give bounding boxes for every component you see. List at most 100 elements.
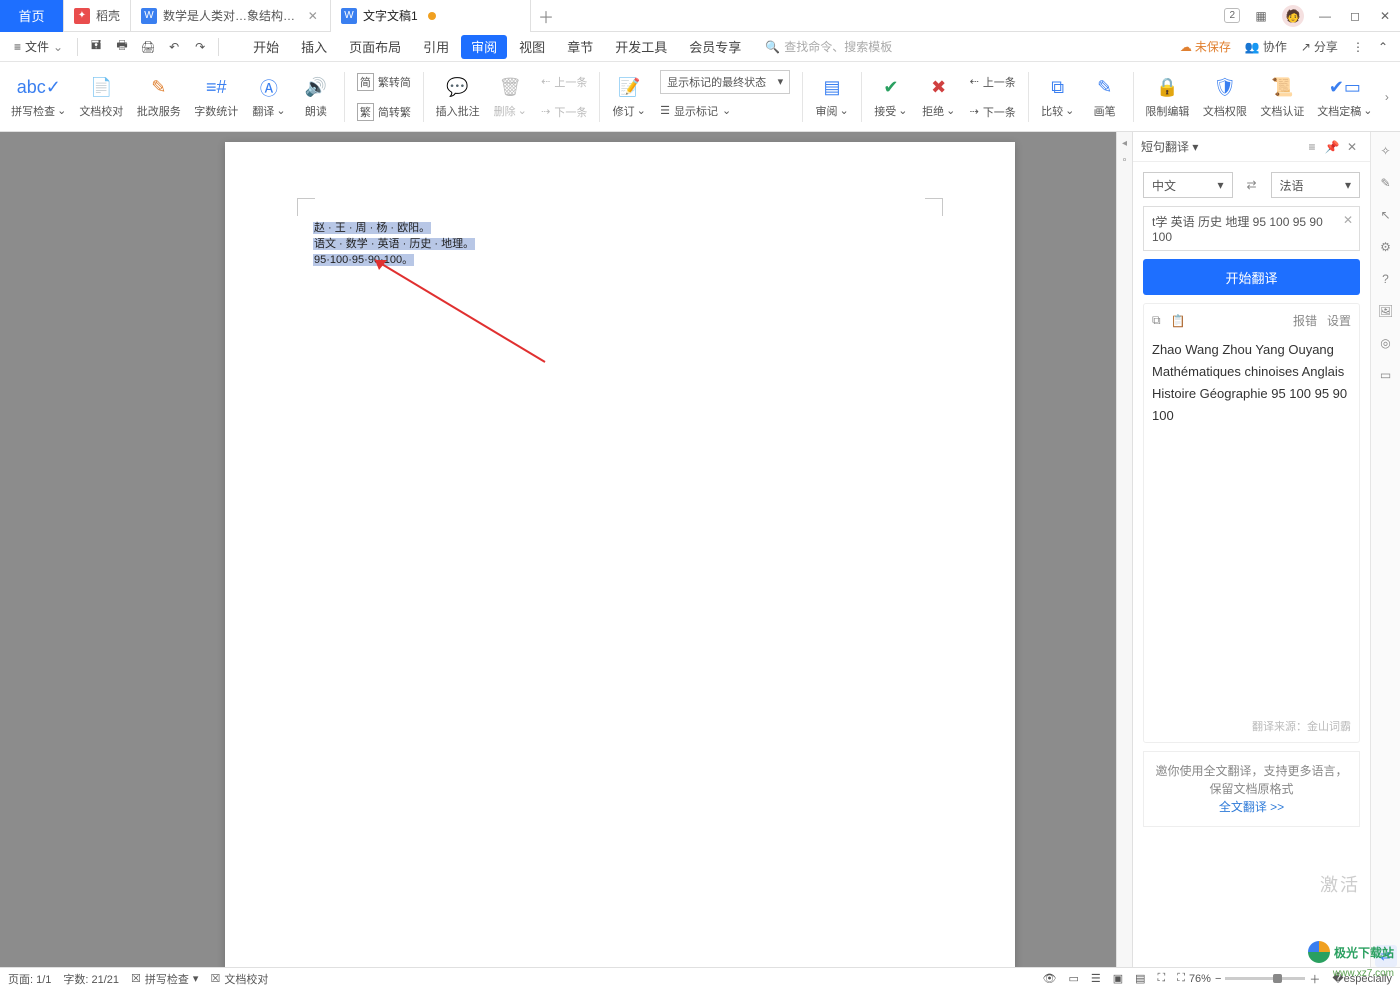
side-sparkle-icon[interactable]: ✧ [1375, 140, 1397, 162]
proofread-button[interactable]: 📄文档校对 [74, 66, 129, 128]
collapse-ribbon-button[interactable]: ⌃ [1372, 40, 1394, 54]
wordcount-button[interactable]: ≡#字数统计 [189, 66, 244, 128]
copy-icon[interactable]: ⧉ [1152, 313, 1161, 328]
read-aloud-button[interactable]: 🔊朗读 [294, 66, 338, 128]
restrict-edit-button[interactable]: 🔒限制编辑 [1140, 66, 1195, 128]
new-comment-button[interactable]: 💬插入批注 [430, 66, 485, 128]
spellcheck-button[interactable]: abc✓拼写检查 ⌄ [6, 66, 72, 128]
show-markup-button[interactable]: ☰ 显示标记 ⌄ [660, 98, 790, 124]
menu-insert[interactable]: 插入 [291, 35, 337, 59]
unsaved-button[interactable]: ☁未保存 [1174, 38, 1237, 55]
command-search[interactable]: 🔍 查找命令、搜索模板 [765, 38, 892, 55]
undo-icon[interactable]: ↶ [162, 35, 186, 59]
track-changes-button[interactable]: 📝修订 ⌄ [606, 66, 652, 128]
file-menu[interactable]: ≡文件⌄ [6, 35, 71, 59]
tab-daoke[interactable]: ✦ 稻壳 [64, 0, 131, 32]
menu-references[interactable]: 引用 [413, 35, 459, 59]
maximize-button[interactable]: ◻ [1342, 3, 1368, 29]
new-tab-button[interactable]: ＋ [531, 0, 561, 32]
close-button[interactable]: ✕ [1372, 3, 1398, 29]
zoom-in-button[interactable]: ＋ [1309, 971, 1320, 987]
side-book-icon[interactable]: ▭ [1375, 364, 1397, 386]
share-button[interactable]: ↗分享 [1295, 38, 1344, 55]
zoom-level[interactable]: 76% [1189, 973, 1211, 985]
collab-button[interactable]: 👥协作 [1239, 38, 1293, 55]
side-help-icon[interactable]: ? [1375, 268, 1397, 290]
redo-icon[interactable]: ↷ [188, 35, 212, 59]
review-pane-button[interactable]: ▤审阅 ⌄ [809, 66, 855, 128]
panel-pin-icon[interactable]: 📌 [1322, 140, 1342, 154]
doc-auth-button[interactable]: 📜文档认证 [1255, 66, 1310, 128]
ribbon-scroll-right[interactable]: › [1380, 90, 1394, 104]
apps-icon[interactable]: ▦ [1248, 3, 1274, 29]
panel-settings-link[interactable]: 设置 [1327, 312, 1351, 329]
prev-comment-button[interactable]: ⇠ 上一条 [541, 69, 587, 95]
target-language-select[interactable]: 法语▾ [1271, 172, 1361, 198]
tab-doc-math[interactable]: W 数学是人类对…象结构与模式 ✕ [131, 0, 331, 32]
zoom-slider[interactable] [1225, 977, 1305, 980]
status-spellcheck[interactable]: ☒ 拼写检查 ▾ [131, 971, 198, 987]
status-proofread[interactable]: ☒ 文档校对 [210, 971, 268, 987]
side-target-icon[interactable]: ◎ [1375, 332, 1397, 354]
view-web-icon[interactable]: ▤ [1135, 972, 1145, 985]
menu-layout[interactable]: 页面布局 [339, 35, 411, 59]
side-settings-icon[interactable]: ⚙ [1375, 236, 1397, 258]
menu-review[interactable]: 审阅 [461, 35, 507, 59]
next-comment-button[interactable]: ⇢ 下一条 [541, 99, 587, 125]
avatar[interactable]: 🧑 [1282, 5, 1304, 27]
translate-now-button[interactable]: 开始翻译 [1143, 259, 1360, 295]
reject-button[interactable]: ✖拒绝 ⌄ [916, 66, 962, 128]
document-page[interactable]: 赵 · 王 · 周 · 杨 · 欧阳。 语文 · 数学 · 英语 · 历史 · … [225, 142, 1015, 967]
panel-close-icon[interactable]: ✕ [1342, 140, 1362, 154]
delete-comment-button[interactable]: 🗑删除 ⌄ [487, 66, 533, 128]
close-icon[interactable]: ✕ [308, 9, 320, 23]
menu-devtools[interactable]: 开发工具 [605, 35, 677, 59]
notification-badge[interactable]: 2 [1224, 8, 1240, 23]
tab-home[interactable]: 首页 [0, 0, 64, 32]
zoom-out-button[interactable]: − [1215, 973, 1221, 985]
tab-doc-current[interactable]: W 文字文稿1 [331, 0, 531, 32]
zoom-fit-icon[interactable]: ⛶ [1177, 972, 1185, 985]
panel-menu-icon[interactable]: ≡ [1302, 140, 1322, 154]
zoom-control[interactable]: ⛶ 76% − ＋ [1177, 971, 1320, 987]
source-text-box[interactable]: t学 英语 历史 地理 95 100 95 90 100 ✕ [1143, 206, 1360, 251]
view-print-layout-icon[interactable]: ▭ [1068, 972, 1078, 985]
side-image-icon[interactable]: 🖼 [1375, 300, 1397, 322]
document-viewport[interactable]: 赵 · 王 · 周 · 杨 · 欧阳。 语文 · 数学 · 英语 · 历史 · … [0, 132, 1116, 967]
trad-to-simp-button[interactable]: 简繁转简 [357, 69, 411, 95]
translate-button[interactable]: Ⓐ翻译 ⌄ [246, 66, 292, 128]
markup-display-combo[interactable]: 显示标记的最终状态▾ [660, 70, 790, 94]
report-error-link[interactable]: 报错 [1293, 312, 1317, 329]
side-translate-icon[interactable]: ⇄ [1375, 945, 1397, 967]
paste-icon[interactable]: 📋 [1171, 314, 1186, 328]
selected-text[interactable]: 赵 · 王 · 周 · 杨 · 欧阳。 语文 · 数学 · 英语 · 历史 · … [313, 220, 475, 268]
print-icon[interactable]: 🖶 [110, 35, 134, 59]
menu-chapter[interactable]: 章节 [557, 35, 603, 59]
simp-to-trad-button[interactable]: 繁简转繁 [357, 99, 411, 125]
prev-change-button[interactable]: ⇠ 上一条 [970, 69, 1016, 95]
accept-button[interactable]: ✔接受 ⌄ [868, 66, 914, 128]
translation-result[interactable]: Zhao Wang Zhou Yang Ouyang Mathématiques… [1152, 339, 1351, 718]
batch-review-button[interactable]: ✎批改服务 [131, 66, 186, 128]
view-reading-icon[interactable]: ▣ [1113, 972, 1123, 985]
gutter-dot-icon[interactable]: ∘ [1121, 155, 1127, 166]
more-menu[interactable]: ⋮ [1346, 40, 1370, 54]
status-eye-icon[interactable]: 👁 [1042, 972, 1056, 985]
view-fullscreen-icon[interactable]: ⛶ [1158, 972, 1166, 985]
menu-member[interactable]: 会员专享 [679, 35, 751, 59]
source-language-select[interactable]: 中文▾ [1143, 172, 1233, 198]
ink-button[interactable]: ✎画笔 [1083, 66, 1127, 128]
full-translate-link[interactable]: 全文翻译 >> [1219, 800, 1284, 814]
next-change-button[interactable]: ⇢ 下一条 [970, 99, 1016, 125]
side-select-icon[interactable]: ↖ [1375, 204, 1397, 226]
status-page[interactable]: 页面: 1/1 [8, 971, 51, 987]
menu-start[interactable]: 开始 [243, 35, 289, 59]
swap-languages-button[interactable]: ⇄ [1239, 172, 1265, 198]
doc-permission-button[interactable]: 🛡文档权限 [1197, 66, 1252, 128]
menu-view[interactable]: 视图 [509, 35, 555, 59]
side-pen-icon[interactable]: ✎ [1375, 172, 1397, 194]
gutter-toggle-icon[interactable]: ◂ [1122, 138, 1127, 149]
compare-button[interactable]: ⧉比较 ⌄ [1035, 66, 1081, 128]
minimize-button[interactable]: — [1312, 3, 1338, 29]
print-preview-icon[interactable]: 🖨 [136, 35, 160, 59]
